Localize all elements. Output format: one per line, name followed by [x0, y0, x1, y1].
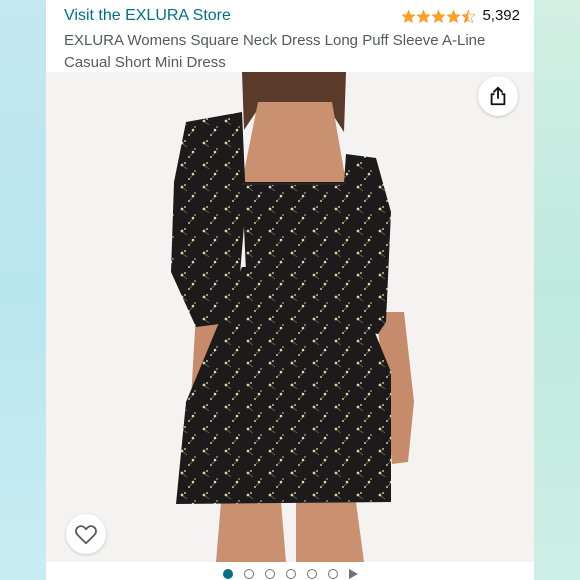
star-icon	[446, 9, 461, 23]
product-image-gallery[interactable]	[46, 72, 534, 562]
star-icon	[416, 9, 431, 23]
gallery-pagination	[46, 568, 534, 580]
right-background	[534, 0, 580, 580]
product-title: EXLURA Womens Square Neck Dress Long Puf…	[64, 32, 486, 71]
star-icon	[401, 9, 416, 23]
product-card: Visit the EXLURA Store 5,392 EXLURA Wome…	[46, 0, 534, 580]
wishlist-button[interactable]	[66, 514, 106, 554]
share-button[interactable]	[478, 76, 518, 116]
product-image[interactable]	[46, 72, 534, 562]
gallery-dot-active[interactable]	[222, 569, 233, 579]
share-icon	[490, 86, 506, 106]
store-link[interactable]: Visit the EXLURA Store	[64, 6, 231, 26]
left-background	[0, 0, 46, 580]
gallery-dot[interactable]	[306, 569, 317, 579]
gallery-dot[interactable]	[264, 569, 275, 579]
half-star-icon	[461, 9, 477, 23]
gallery-dot[interactable]	[327, 569, 338, 579]
star-icon	[431, 9, 446, 23]
rating[interactable]: 5,392	[401, 6, 520, 26]
video-play-icon[interactable]	[348, 569, 358, 579]
heart-icon	[75, 525, 97, 545]
star-rating	[401, 9, 477, 24]
gallery-dot[interactable]	[243, 569, 254, 579]
rating-count[interactable]: 5,392	[482, 6, 520, 26]
gallery-dot[interactable]	[285, 569, 296, 579]
